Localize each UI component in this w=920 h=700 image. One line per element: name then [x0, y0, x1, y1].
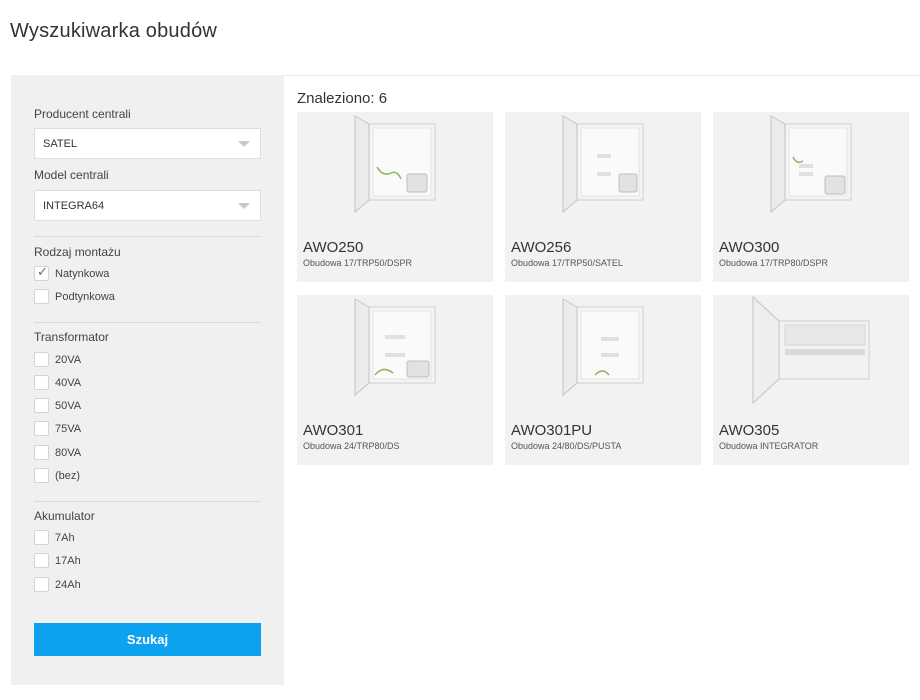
checkbox-40va[interactable]: 40VA	[34, 375, 81, 390]
product-description: Obudowa 17/TRP50/SATEL	[511, 258, 623, 268]
product-card[interactable]: AWO305 Obudowa INTEGRATOR	[713, 295, 909, 465]
model-label: Model centrali	[34, 168, 109, 182]
divider	[34, 501, 261, 502]
product-description: Obudowa 17/TRP50/DSPR	[303, 258, 413, 268]
enclosure-image	[562, 298, 644, 397]
checkbox-label: 24Ah	[55, 578, 81, 591]
checkbox-label: 40VA	[55, 376, 82, 389]
enclosure-image	[752, 295, 870, 405]
enclosure-image	[354, 298, 436, 397]
checkbox-box[interactable]	[34, 375, 49, 390]
header-divider	[284, 75, 920, 76]
checkbox-50va[interactable]: 50VA	[34, 398, 81, 413]
product-description: Obudowa 24/TRP80/DS	[303, 441, 400, 451]
product-name[interactable]: AWO301	[303, 422, 363, 439]
checkbox-box[interactable]	[34, 398, 49, 413]
manufacturer-select-value: SATEL	[43, 137, 78, 150]
page-title: Wyszukiwarka obudów	[10, 20, 218, 42]
divider	[34, 322, 261, 323]
product-name[interactable]: AWO300	[719, 239, 779, 256]
divider	[34, 236, 261, 237]
product-card[interactable]: AWO250 Obudowa 17/TRP50/DSPR	[297, 112, 493, 282]
battery-label: Akumulator	[34, 509, 95, 523]
product-description: Obudowa 24/80/DS/PUSTA	[511, 441, 622, 451]
checkbox-checked-icon[interactable]	[34, 265, 49, 281]
checkbox-label: 7Ah	[55, 531, 75, 544]
checkbox-label: 20VA	[55, 353, 82, 366]
checkbox-box[interactable]	[34, 289, 49, 304]
enclosure-image	[354, 115, 436, 214]
checkbox-label: Podtynkowa	[55, 290, 115, 303]
checkbox-7ah[interactable]: 7Ah	[34, 530, 75, 545]
enclosure-image	[562, 115, 644, 214]
product-name[interactable]: AWO305	[719, 422, 779, 439]
checkbox-podtynkowa[interactable]: Podtynkowa	[34, 289, 115, 304]
checkbox-label: 50VA	[55, 399, 82, 412]
product-description: Obudowa INTEGRATOR	[719, 441, 819, 451]
model-select[interactable]: INTEGRA64	[34, 190, 261, 221]
checkbox-box[interactable]	[34, 577, 49, 592]
chevron-down-icon	[238, 203, 250, 209]
enclosure-image	[770, 115, 852, 214]
product-name[interactable]: AWO250	[303, 239, 363, 256]
checkbox-75va[interactable]: 75VA	[34, 421, 81, 436]
product-name[interactable]: AWO256	[511, 239, 571, 256]
product-card[interactable]: AWO301 Obudowa 24/TRP80/DS	[297, 295, 493, 465]
chevron-down-icon	[238, 141, 250, 147]
checkbox-box[interactable]	[34, 553, 49, 568]
filter-sidebar: Producent centrali SATEL Model centrali …	[11, 75, 284, 685]
model-select-value: INTEGRA64	[43, 199, 105, 212]
checkbox-box[interactable]	[34, 530, 49, 545]
checkbox-label: (bez)	[55, 469, 81, 482]
product-card[interactable]: AWO256 Obudowa 17/TRP50/SATEL	[505, 112, 701, 282]
checkbox-label: Natynkowa	[55, 267, 110, 280]
search-button[interactable]: Szukaj	[34, 623, 261, 656]
checkbox-label: 17Ah	[55, 554, 81, 567]
transformer-label: Transformator	[34, 330, 109, 344]
mounting-label: Rodzaj montażu	[34, 245, 121, 259]
product-description: Obudowa 17/TRP80/DSPR	[719, 258, 829, 268]
results-count: Znaleziono: 6	[297, 90, 388, 107]
checkbox-label: 80VA	[55, 446, 82, 459]
checkbox-box[interactable]	[34, 468, 49, 483]
checkbox-box[interactable]	[34, 421, 49, 436]
checkbox-20va[interactable]: 20VA	[34, 352, 81, 367]
checkbox-natynkowa[interactable]: Natynkowa	[34, 265, 110, 281]
checkbox-box[interactable]	[34, 352, 49, 367]
checkbox-17ah[interactable]: 17Ah	[34, 553, 81, 568]
product-name[interactable]: AWO301PU	[511, 422, 592, 439]
product-card[interactable]: AWO301PU Obudowa 24/80/DS/PUSTA	[505, 295, 701, 465]
checkbox-box[interactable]	[34, 445, 49, 460]
checkbox-bez[interactable]: (bez)	[34, 468, 80, 483]
manufacturer-select[interactable]: SATEL	[34, 128, 261, 159]
manufacturer-label: Producent centrali	[34, 107, 131, 121]
product-card[interactable]: AWO300 Obudowa 17/TRP80/DSPR	[713, 112, 909, 282]
checkbox-label: 75VA	[55, 422, 82, 435]
checkbox-80va[interactable]: 80VA	[34, 445, 81, 460]
checkbox-24ah[interactable]: 24Ah	[34, 577, 81, 592]
